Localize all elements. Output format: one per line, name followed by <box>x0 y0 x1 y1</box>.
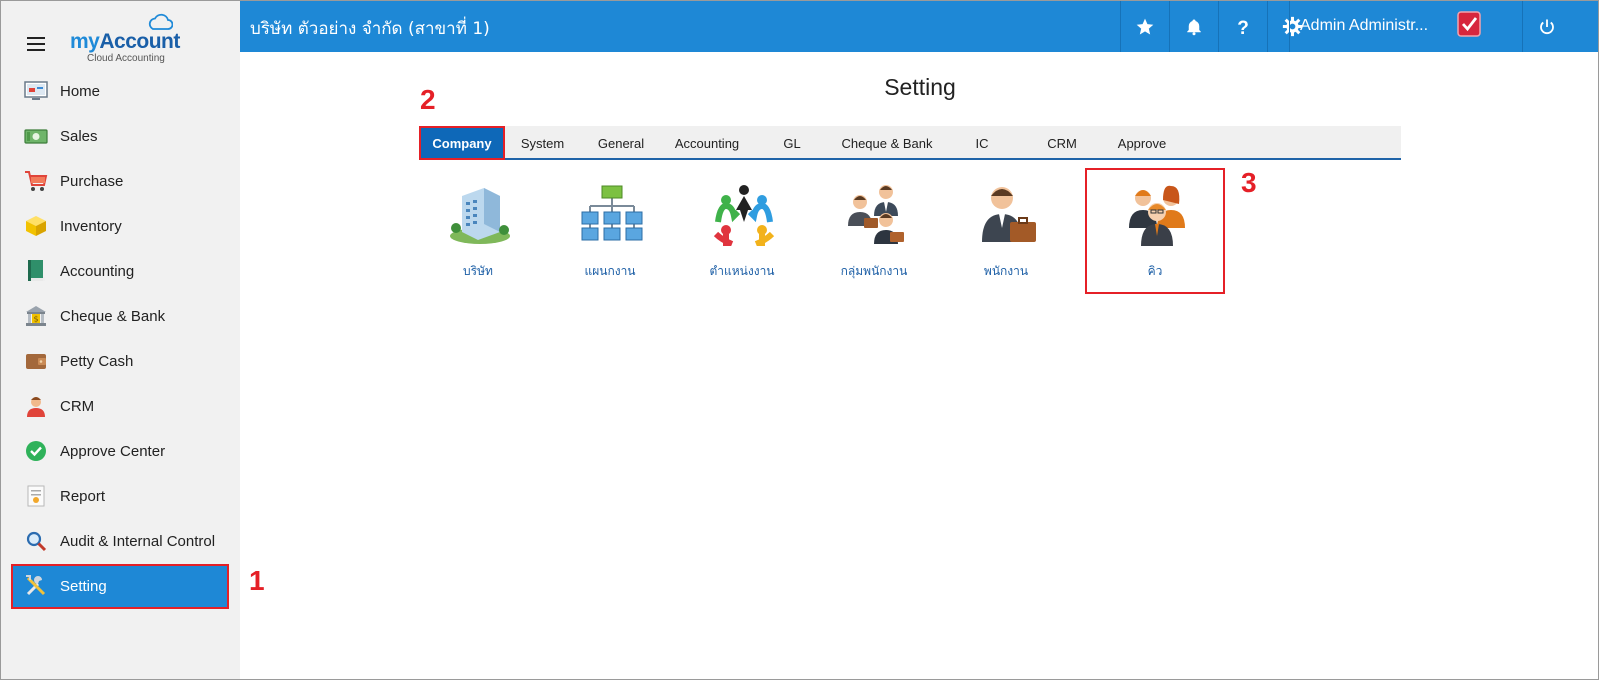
page-title: Setting <box>884 74 956 100</box>
tile-label: คิว <box>1147 264 1163 278</box>
tab-cheque-bank[interactable]: Cheque & Bank <box>832 126 942 160</box>
sidebar-item-approve-center[interactable]: Approve Center <box>1 429 240 474</box>
wallet-icon <box>26 354 46 369</box>
bank-icon: $ <box>26 306 46 326</box>
tab-approve[interactable]: Approve <box>1102 126 1182 160</box>
tile-label: แผนกงาน <box>584 264 636 278</box>
favorites-button[interactable] <box>1120 1 1169 52</box>
tile-position[interactable]: ตำแหน่งงาน <box>687 176 797 286</box>
help-button[interactable]: ? <box>1218 1 1267 52</box>
tile-label: กลุ่มพนักงาน <box>840 264 908 278</box>
tile-company[interactable]: บริษัท <box>423 176 533 286</box>
sidebar-item-crm[interactable]: CRM <box>1 384 240 429</box>
tab-gl[interactable]: GL <box>752 126 832 160</box>
book-icon <box>28 260 45 281</box>
settings-tabs: Company System General Accounting GL Che… <box>419 126 1401 160</box>
tile-label: บริษัท <box>463 264 493 278</box>
tab-accounting[interactable]: Accounting <box>662 126 752 160</box>
sidebar-item-cheque-bank[interactable]: $ Cheque & Bank <box>1 294 240 339</box>
tab-ic[interactable]: IC <box>942 126 1022 160</box>
tab-system[interactable]: System <box>505 126 580 160</box>
tile-employee[interactable]: พนักงาน <box>951 176 1061 286</box>
person-icon <box>27 397 45 417</box>
sidebar-item-inventory[interactable]: Inventory <box>1 204 240 249</box>
sidebar-item-label: Report <box>60 488 106 505</box>
money-icon <box>24 129 48 144</box>
sidebar: myAccount Cloud Accounting Home Sales Pu… <box>1 1 240 679</box>
tile-employee-group[interactable]: กลุ่มพนักงาน <box>819 176 929 286</box>
hamburger-menu-icon[interactable] <box>27 37 45 51</box>
star-icon <box>1136 18 1154 34</box>
org-chart-icon <box>581 185 643 241</box>
user-menu[interactable]: Admin Administr... <box>1289 1 1522 52</box>
sidebar-item-setting[interactable]: Setting <box>11 564 229 609</box>
tab-crm[interactable]: CRM <box>1022 126 1102 160</box>
sidebar-item-label: Approve Center <box>60 443 166 460</box>
app-window: myAccount Cloud Accounting Home Sales Pu… <box>0 0 1599 680</box>
tab-general[interactable]: General <box>580 126 662 160</box>
top-bar: บริษัท ตัวอย่าง จำกัด (สาขาที่ 1) ? Admi… <box>240 1 1598 52</box>
sidebar-item-sales[interactable]: Sales <box>1 114 240 159</box>
cart-icon <box>25 171 48 191</box>
sidebar-menu: Home Sales Purchase Inventory Accounting… <box>1 69 240 609</box>
queue-team-icon <box>1129 185 1185 246</box>
people-circle-icon <box>713 185 775 246</box>
tile-label: ตำแหน่งงาน <box>709 264 775 278</box>
sidebar-item-purchase[interactable]: Purchase <box>1 159 240 204</box>
building-icon <box>450 188 510 244</box>
step-marker-3: 3 <box>1241 167 1257 198</box>
tile-label: พนักงาน <box>983 264 1029 278</box>
sidebar-item-label: CRM <box>60 398 95 415</box>
sidebar-item-label: Home <box>60 83 101 100</box>
logo-subtitle: Cloud Accounting <box>87 53 165 64</box>
tab-company[interactable]: Company <box>419 126 505 160</box>
tile-department[interactable]: แผนกงาน <box>555 176 665 286</box>
sidebar-item-label: Sales <box>60 128 98 145</box>
shield-check-icon <box>1457 11 1481 37</box>
step-marker-2: 2 <box>420 84 436 115</box>
sidebar-item-petty-cash[interactable]: Petty Cash <box>1 339 240 384</box>
sidebar-item-label: Petty Cash <box>60 353 134 370</box>
main-content: Setting Company System General Accountin… <box>240 52 1598 679</box>
sidebar-item-label: Cheque & Bank <box>60 308 166 325</box>
logo-text: myAccount <box>70 30 180 53</box>
sidebar-item-accounting[interactable]: Accounting <box>1 249 240 294</box>
logo[interactable]: myAccount Cloud Accounting <box>69 13 189 65</box>
sidebar-item-report[interactable]: Report <box>1 474 240 519</box>
notifications-button[interactable] <box>1169 1 1218 52</box>
sidebar-item-label: Inventory <box>60 218 122 235</box>
sidebar-item-label: Audit & Internal Control <box>60 533 216 550</box>
home-icon <box>24 81 48 100</box>
tile-queue[interactable]: คิว <box>1100 176 1210 286</box>
help-icon: ? <box>1237 18 1249 37</box>
sidebar-item-label: Accounting <box>60 263 135 280</box>
employee-icon <box>982 187 1036 242</box>
box-icon <box>26 216 46 236</box>
svg-text:?: ? <box>1237 18 1249 37</box>
user-name: Admin Administr... <box>1300 17 1429 34</box>
employee-group-icon <box>848 185 904 244</box>
magnifier-icon <box>26 531 47 552</box>
cloud-icon <box>148 13 173 30</box>
svg-text:$: $ <box>33 315 38 324</box>
company-selector[interactable]: บริษัท ตัวอย่าง จำกัด (สาขาที่ 1) <box>250 15 490 42</box>
step-marker-1: 1 <box>249 565 265 596</box>
sidebar-item-label: Purchase <box>60 173 124 190</box>
sidebar-item-home[interactable]: Home <box>1 69 240 114</box>
power-icon <box>1540 19 1554 34</box>
bell-icon <box>1187 19 1201 35</box>
sidebar-item-audit[interactable]: Audit & Internal Control <box>1 519 240 564</box>
brand-area: myAccount Cloud Accounting <box>1 1 240 69</box>
tools-icon <box>26 575 46 596</box>
report-icon <box>27 485 45 507</box>
logout-button[interactable] <box>1522 1 1571 52</box>
sidebar-item-label: Setting <box>60 578 107 595</box>
check-circle-icon <box>26 441 46 461</box>
